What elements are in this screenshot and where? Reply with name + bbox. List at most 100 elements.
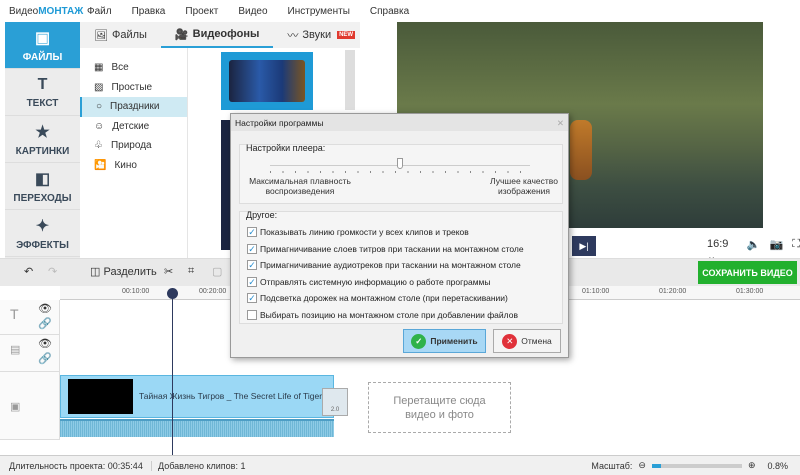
audio-waveform[interactable] <box>60 419 334 437</box>
link-icon[interactable]: 🔗 <box>38 352 52 365</box>
drop-text: Перетащите сюда <box>393 394 486 407</box>
split-label: Разделить <box>103 266 157 278</box>
option-checkbox[interactable]: Выбирать позицию на монтажном столе при … <box>240 307 562 324</box>
gallery-scrollbar[interactable] <box>345 50 355 110</box>
close-icon[interactable]: ✕ <box>557 118 564 129</box>
menu-tools[interactable]: Инструменты <box>288 6 350 17</box>
face-icon: ☺ <box>94 120 105 132</box>
menu-file[interactable]: Файл <box>87 6 112 17</box>
option-checkbox[interactable]: ✓ Примагничивание слоев титров при таскан… <box>240 241 562 258</box>
image-icon: 🖼 <box>94 29 108 42</box>
option-label: Примагничивание аудиотреков при таскании… <box>260 260 521 271</box>
sidebar-item-transitions[interactable]: ◧ ПЕРЕХОДЫ <box>5 163 80 210</box>
slider-thumb[interactable] <box>397 158 403 169</box>
apply-button[interactable]: ✓ Применить <box>403 329 486 353</box>
scissors-icon[interactable]: ✂ <box>164 265 173 278</box>
tab-sounds[interactable]: 〰 Звуки NEW <box>273 22 369 48</box>
split-icon: ◫ <box>90 266 101 278</box>
video-camera-icon: ▣ <box>10 401 21 413</box>
sidebar: ▣ ФАЙЛЫ T ТЕКСТ ★ КАРТИНКИ ◧ ПЕРЕХОДЫ ✦ ЭФФЕК… <box>5 22 80 258</box>
option-label: Показывать линию громкости у всех клипов… <box>260 227 469 238</box>
star-icon: ★ <box>35 123 50 141</box>
playhead[interactable] <box>172 288 173 455</box>
split-button[interactable]: ◫ Разделить <box>90 265 157 278</box>
option-checkbox[interactable]: ✓ Подсветка дорожек на монтажном столе (п… <box>240 290 562 307</box>
category-all[interactable]: ▦ Все <box>80 58 187 78</box>
option-checkbox[interactable]: ✓ Показывать линию громкости у всех клипо… <box>240 224 562 241</box>
sidebar-item-pictures[interactable]: ★ КАРТИНКИ <box>5 116 80 163</box>
category-label: Все <box>111 62 129 74</box>
waveform-icon: 〰 <box>287 30 299 42</box>
background-thumbnail[interactable] <box>221 52 313 110</box>
sidebar-label: ТЕКСТ <box>26 97 59 109</box>
sidebar-item-files[interactable]: ▣ ФАЙЛЫ <box>5 22 80 69</box>
zoom-in-icon[interactable]: ⊕ <box>748 460 756 471</box>
tab-label: Видеофоны <box>192 28 260 40</box>
grid-icon: ▦ <box>94 62 104 74</box>
tab-videobackgrounds[interactable]: 🎥 Видеофоны <box>160 22 274 48</box>
category-kids[interactable]: ☺ Детские <box>80 117 187 137</box>
checkbox[interactable]: ✓ <box>247 227 257 238</box>
sidebar-item-text[interactable]: T ТЕКСТ <box>5 69 80 116</box>
slider-min-label: Максимальная плавность воспроизведения <box>249 176 351 196</box>
scale-slider[interactable] <box>651 463 742 468</box>
dialog-title-text: Настройки программы <box>235 118 324 128</box>
text-icon: T <box>37 75 48 93</box>
text-track-header: T 👁 🔗 <box>0 300 60 335</box>
tree-icon: ♧ <box>94 140 103 152</box>
checkbox[interactable]: ✓ <box>247 276 257 287</box>
tab-files[interactable]: 🖼 Файлы <box>80 22 161 48</box>
eye-icon[interactable]: 👁 <box>38 302 52 315</box>
ruler-tick: 00:10:00 <box>122 288 150 295</box>
save-video-button[interactable]: СОХРАНИТЬ ВИДЕО <box>698 261 797 284</box>
settings-dialog: Настройки программы ✕ Настройки плеера: М… <box>230 113 569 358</box>
category-cinema[interactable]: 🎦 Кино <box>80 156 187 176</box>
group-label: Настройки плеера: <box>246 143 326 153</box>
tab-label: Файлы <box>111 29 147 41</box>
transitions-icon: ◧ <box>34 170 51 188</box>
cancel-button[interactable]: ✕ Отмена <box>493 329 561 353</box>
menu-edit[interactable]: Правка <box>132 6 166 17</box>
playhead-handle[interactable] <box>167 288 178 299</box>
cancel-label: Отмена <box>521 336 552 346</box>
menu-project[interactable]: Проект <box>185 6 218 17</box>
group-label: Другое: <box>246 210 278 220</box>
undo-icon[interactable]: ↶ <box>24 265 33 278</box>
clip-count: Добавлено клипов: 1 <box>151 460 245 471</box>
check-icon: ✓ <box>411 333 427 349</box>
other-settings-group: Другое: ✓ Показывать линию громкости у вс… <box>239 210 563 324</box>
option-label: Подсветка дорожек на монтажном столе (пр… <box>260 293 508 304</box>
checkbox[interactable]: ✓ <box>247 293 257 304</box>
category-simple[interactable]: ▨ Простые <box>80 78 187 98</box>
checkbox[interactable]: ✓ <box>247 243 257 254</box>
menu-help[interactable]: Справка <box>370 6 409 17</box>
category-nature[interactable]: ♧ Природа <box>80 136 187 156</box>
category-label: Кино <box>114 159 137 171</box>
menu-video[interactable]: Видео <box>238 6 267 17</box>
transition-slot[interactable]: 2.0 <box>322 388 348 416</box>
scale-fill <box>651 463 661 468</box>
eye-icon[interactable]: 👁 <box>38 337 52 350</box>
project-duration: Длительность проекта: 00:35:44 <box>9 460 143 471</box>
checkbox[interactable] <box>247 309 257 320</box>
zoom-out-icon[interactable]: ⊖ <box>638 460 646 471</box>
video-clip[interactable]: Тайная Жизнь Тигров _ The Secret Life of… <box>60 375 334 418</box>
frame-icon[interactable]: ▢ <box>212 265 222 278</box>
option-checkbox[interactable]: ✓ Примагничивание аудиотреков при таскани… <box>240 257 562 274</box>
option-label: Отправлять системную информацию о работе… <box>260 276 491 287</box>
drop-zone[interactable]: Перетащите сюда видео и фото <box>368 382 511 433</box>
option-checkbox[interactable]: ✓ Отправлять системную информацию о работ… <box>240 274 562 291</box>
checkbox[interactable]: ✓ <box>247 260 257 271</box>
film-camera-icon: 🎦 <box>94 159 107 171</box>
category-holidays[interactable]: ○ Праздники <box>80 97 187 117</box>
slider-ticks <box>270 171 530 173</box>
sidebar-label: КАРТИНКИ <box>15 145 70 157</box>
cancel-icon: ✕ <box>502 333 518 349</box>
next-frame-button[interactable]: ▶| <box>572 236 596 256</box>
tiger-in-video <box>570 120 592 180</box>
link-icon[interactable]: 🔗 <box>38 317 52 330</box>
sidebar-item-effects[interactable]: ✦ ЭФФЕКТЫ <box>5 210 80 257</box>
redo-icon[interactable]: ↷ <box>48 265 57 278</box>
drop-text: видео и фото <box>405 408 474 421</box>
crop-icon[interactable]: ⌗ <box>188 265 194 278</box>
